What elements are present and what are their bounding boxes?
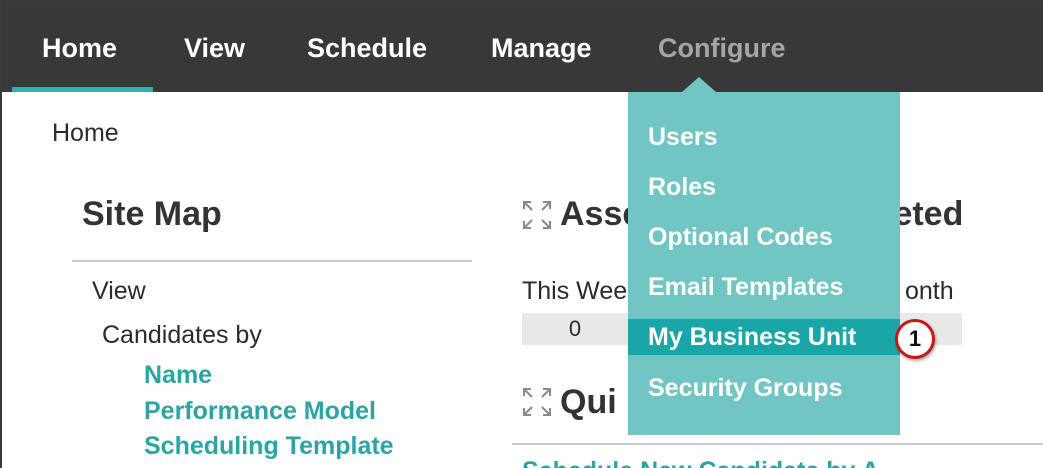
sitemap-link-scheduling-template[interactable]: Scheduling Template xyxy=(144,432,394,461)
sitemap-link-performance-model[interactable]: Performance Model xyxy=(144,397,376,426)
expand-arrows-icon[interactable] xyxy=(521,386,553,418)
menu-item-roles[interactable]: Roles xyxy=(628,169,900,205)
breadcrumb: Home xyxy=(52,119,119,147)
expand-arrows-icon[interactable] xyxy=(521,199,553,231)
quick-links-widget-title: Qui xyxy=(560,383,617,421)
top-navigation-bar: Home View Schedule Manage Configure xyxy=(2,1,1043,92)
configure-dropdown-menu: Users Roles Optional Codes Email Templat… xyxy=(628,92,900,435)
nav-home[interactable]: Home xyxy=(42,33,117,64)
menu-item-users[interactable]: Users xyxy=(628,119,900,155)
sitemap-section-view: View xyxy=(92,277,146,305)
this-week-label: This Wee xyxy=(522,277,628,305)
divider xyxy=(72,260,472,262)
nav-configure[interactable]: Configure xyxy=(658,33,786,64)
app-window: Home View Schedule Manage Configure Home… xyxy=(0,0,1043,468)
nav-schedule[interactable]: Schedule xyxy=(307,33,427,64)
divider xyxy=(512,443,1043,445)
sitemap-subsection: Candidates by xyxy=(102,321,262,349)
sitemap-title: Site Map xyxy=(82,195,222,233)
menu-item-my-business-unit[interactable]: My Business Unit xyxy=(628,319,900,355)
nav-active-indicator xyxy=(12,87,153,92)
menu-item-optional-codes[interactable]: Optional Codes xyxy=(628,219,900,255)
month-label: onth xyxy=(905,277,954,305)
menu-caret-icon xyxy=(682,77,716,92)
sitemap-link-name[interactable]: Name xyxy=(144,361,212,390)
nav-view[interactable]: View xyxy=(184,33,245,64)
step-callout-badge: 1 xyxy=(895,319,935,359)
menu-item-security-groups[interactable]: Security Groups xyxy=(628,370,900,406)
menu-item-email-templates[interactable]: Email Templates xyxy=(628,269,900,305)
schedule-new-candidate-link[interactable]: Schedule New Candidate by A xyxy=(522,457,879,468)
this-week-value: 0 xyxy=(522,313,628,345)
nav-manage[interactable]: Manage xyxy=(491,33,592,64)
